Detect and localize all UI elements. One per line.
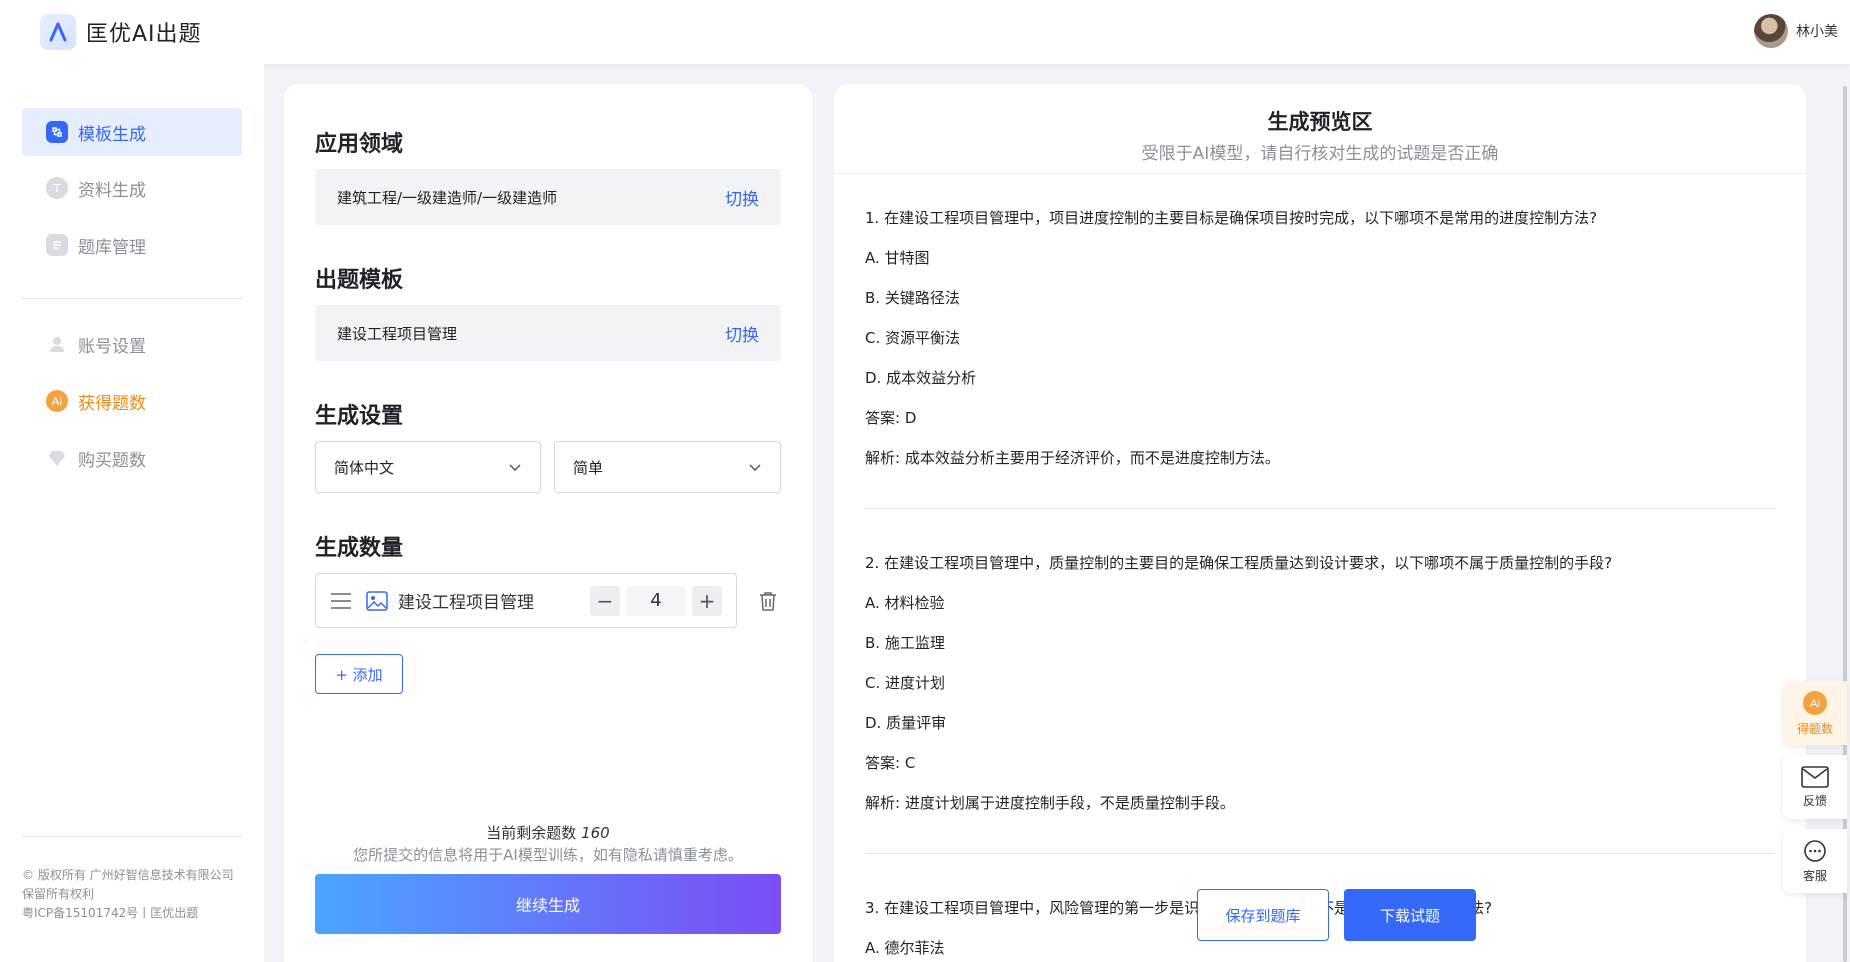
sidebar-item-get-credits[interactable]: Ai 获得题数 — [22, 377, 242, 425]
sidebar-footer: © 版权所有 广州好智信息技术有限公司 保留所有权利 粤ICP备15101742… — [22, 866, 244, 923]
mail-icon — [1801, 765, 1829, 788]
privacy-notice: 您所提交的信息将用于AI模型训练，如有隐私请慎重考虑。 — [353, 846, 743, 864]
chevron-down-icon — [509, 464, 521, 472]
user-menu[interactable]: 林小美 — [1754, 14, 1838, 48]
sidebar: 模板生成 T 资料生成 题库管理 账号设置 Ai 获得题数 购买题数 © 版权所… — [0, 64, 264, 962]
quantity-section-title: 生成数量 — [315, 536, 404, 561]
sidebar-divider — [22, 836, 242, 837]
language-select-value: 简体中文 — [334, 458, 395, 477]
remaining-label: 当前剩余题数 — [486, 824, 577, 842]
decrease-button[interactable]: − — [590, 585, 620, 616]
document-icon: T — [46, 177, 68, 199]
quantity-item-label: 建设工程项目管理 — [398, 593, 534, 613]
question-option: C. 资源平衡法 — [865, 329, 961, 347]
sidebar-item-label: 题库管理 — [78, 237, 146, 258]
preview-title: 生成预览区 — [1267, 110, 1373, 134]
user-icon — [46, 333, 68, 355]
ai-coin-icon: Ai — [46, 390, 68, 412]
sidebar-item-label: 账号设置 — [78, 336, 146, 357]
diamond-icon — [46, 447, 68, 469]
brand[interactable]: 匡优AI出题 — [40, 14, 202, 50]
question-stem: 1. 在建设工程项目管理中，项目进度控制的主要目标是确保项目按时完成，以下哪项不… — [865, 209, 1598, 227]
drag-handle-icon[interactable] — [330, 592, 352, 610]
question-option: D. 成本效益分析 — [865, 369, 977, 387]
sidebar-item-buy-credits[interactable]: 购买题数 — [22, 434, 242, 482]
download-button[interactable]: 下载试题 — [1344, 889, 1476, 941]
user-name: 林小美 — [1796, 24, 1838, 40]
question-analysis: 解析: 进度计划属于进度控制手段，不是质量控制手段。 — [865, 794, 1235, 812]
question-option: A. 德尔菲法 — [865, 939, 945, 957]
sidebar-item-label: 购买题数 — [78, 450, 146, 471]
language-select[interactable]: 简体中文 — [315, 441, 541, 493]
template-switch-button[interactable]: 切换 — [725, 321, 759, 346]
remaining-count-text: 当前剩余题数 160 — [284, 822, 812, 843]
sidebar-item-label: 获得题数 — [78, 393, 146, 414]
copyright-text: © 版权所有 广州好智信息技术有限公司 — [22, 868, 234, 882]
difficulty-select-value: 简单 — [573, 458, 604, 477]
domain-switch-button[interactable]: 切换 — [725, 185, 759, 210]
sidebar-item-material-generate[interactable]: T 资料生成 — [22, 164, 242, 212]
question-option: A. 材料检验 — [865, 594, 945, 612]
generation-form-panel: 应用领域 建筑工程/一级建造师/一级建造师 切换 出题模板 建设工程项目管理 切… — [284, 84, 812, 962]
ai-coin-icon: Ai — [1803, 690, 1827, 715]
domain-section-title: 应用领域 — [315, 132, 404, 157]
float-credits-label: 得题数 — [1796, 721, 1833, 736]
question-answer: 答案: D — [865, 409, 917, 427]
float-service-label: 客服 — [1802, 868, 1827, 883]
question-divider — [865, 853, 1775, 854]
question-option: A. 甘特图 — [865, 249, 930, 267]
float-feedback-label: 反馈 — [1802, 793, 1827, 808]
sidebar-item-question-bank[interactable]: 题库管理 — [22, 221, 242, 269]
question-option: B. 关键路径法 — [865, 289, 960, 307]
sidebar-item-account-settings[interactable]: 账号设置 — [22, 320, 242, 368]
sidebar-divider — [22, 298, 242, 299]
difficulty-select[interactable]: 简单 — [554, 441, 781, 493]
image-icon — [366, 590, 388, 611]
domain-value: 建筑工程/一级建造师/一级建造师 — [337, 188, 558, 207]
sidebar-item-label: 模板生成 — [78, 124, 146, 145]
app-title: 匡优AI出题 — [86, 22, 202, 47]
question-answer: 答案: C — [865, 754, 916, 772]
template-value: 建设工程项目管理 — [337, 324, 458, 343]
question-stem: 2. 在建设工程项目管理中，质量控制的主要目的是确保工程质量达到设计要求，以下哪… — [865, 554, 1613, 572]
rights-text: 保留所有权利 — [22, 887, 95, 901]
settings-section-title: 生成设置 — [315, 404, 404, 429]
float-feedback-button[interactable]: 反馈 — [1783, 755, 1847, 819]
question-analysis: 解析: 成本效益分析主要用于经济评价，而不是进度控制方法。 — [865, 449, 1280, 467]
domain-field[interactable]: 建筑工程/一级建造师/一级建造师 切换 — [315, 169, 781, 225]
template-field[interactable]: 建设工程项目管理 切换 — [315, 305, 781, 361]
sidebar-item-label: 资料生成 — [78, 180, 146, 201]
continue-generate-button[interactable]: 继续生成 — [315, 874, 781, 934]
question-bank-icon — [46, 234, 68, 256]
question-option: D. 质量评审 — [865, 714, 947, 732]
avatar — [1754, 14, 1788, 48]
svg-text:Ai: Ai — [1810, 698, 1820, 710]
top-bar: 匡优AI出题 林小美 — [0, 0, 1850, 64]
template-icon — [46, 121, 68, 143]
save-to-bank-button[interactable]: 保存到题库 — [1197, 889, 1329, 941]
preview-panel: 生成预览区 受限于AI模型，请自行核对生成的试题是否正确 1. 在建设工程项目管… — [834, 84, 1806, 962]
app-logo-icon — [40, 14, 76, 50]
question-option: B. 施工监理 — [865, 634, 945, 652]
add-item-button[interactable]: + 添加 — [315, 654, 403, 694]
quantity-stepper[interactable]: 4 — [626, 585, 686, 616]
trash-icon[interactable] — [757, 590, 779, 612]
preview-header-divider — [834, 173, 1806, 174]
chevron-down-icon — [749, 464, 761, 472]
chat-icon — [1804, 839, 1826, 862]
sidebar-item-template-generate[interactable]: 模板生成 — [22, 108, 242, 156]
remaining-count: 160 — [581, 824, 610, 842]
float-credits-button[interactable]: Ai 得题数 — [1783, 681, 1847, 745]
question-item: 1. 在建设工程项目管理中，项目进度控制的主要目标是确保项目按时完成，以下哪项不… — [865, 208, 1775, 488]
quantity-row: 建设工程项目管理 − 4 + — [315, 573, 737, 628]
question-item: 2. 在建设工程项目管理中，质量控制的主要目的是确保工程质量达到设计要求，以下哪… — [865, 553, 1775, 833]
question-divider — [865, 508, 1775, 509]
template-section-title: 出题模板 — [315, 268, 404, 293]
float-service-button[interactable]: 客服 — [1783, 829, 1847, 893]
increase-button[interactable]: + — [692, 585, 722, 616]
icp-text: 粤ICP备15101742号丨匡优出题 — [22, 906, 199, 920]
question-option: C. 进度计划 — [865, 674, 946, 692]
preview-subtitle: 受限于AI模型，请自行核对生成的试题是否正确 — [1141, 144, 1499, 164]
